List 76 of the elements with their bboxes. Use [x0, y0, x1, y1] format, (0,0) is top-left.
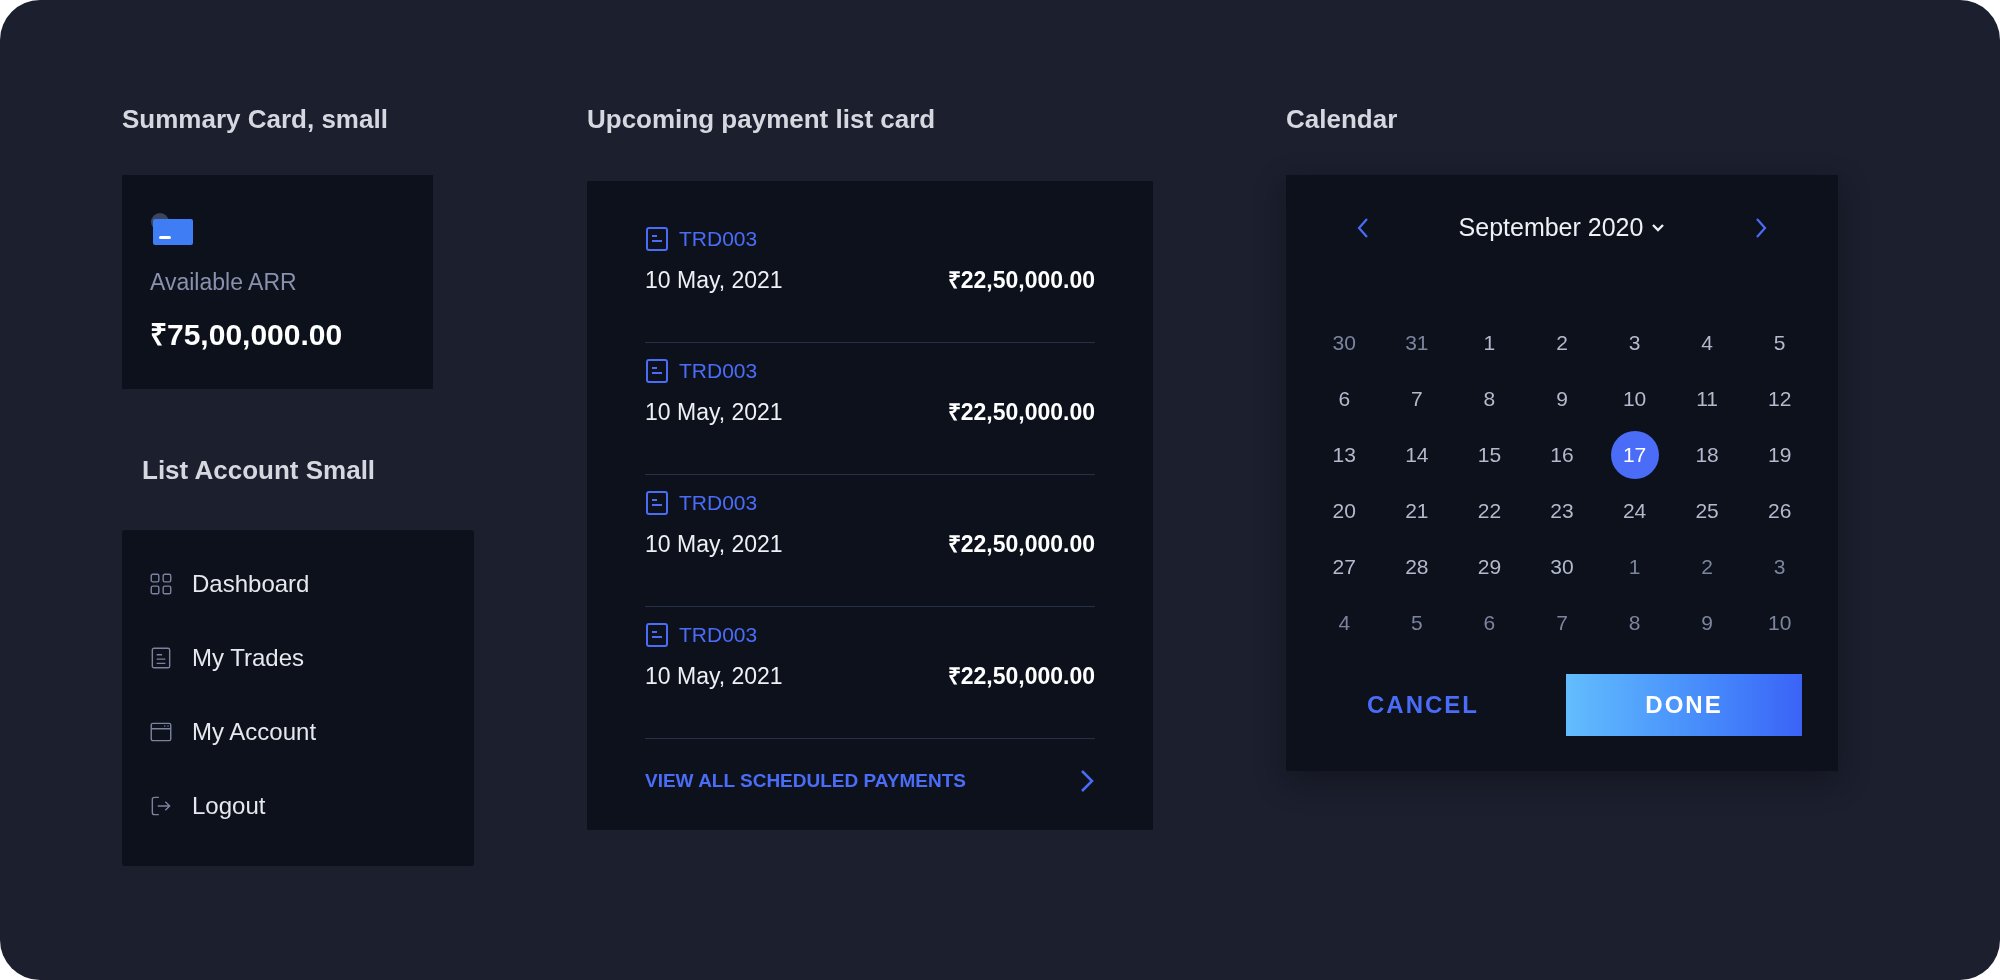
month-dropdown[interactable]: September 2020 — [1458, 209, 1666, 247]
calendar-day[interactable]: 7 — [1538, 598, 1586, 647]
payment-amount: ₹22,50,000.00 — [947, 529, 1095, 559]
section-heading: Calendar — [1286, 103, 1399, 136]
payment-amount: ₹22,50,000.00 — [947, 265, 1095, 295]
calendar-day[interactable]: 28 — [1392, 542, 1441, 591]
calendar-day[interactable]: 9 — [1683, 598, 1732, 647]
calendar-day[interactable]: 8 — [1465, 374, 1514, 423]
document-icon — [645, 489, 669, 516]
payment-date: 10 May, 2021 — [645, 661, 783, 691]
calendar-day[interactable]: 22 — [1465, 486, 1514, 535]
menu-item[interactable]: Logout — [148, 788, 474, 824]
calendar-day[interactable]: 13 — [1320, 430, 1369, 479]
calendar-day[interactable]: 9 — [1538, 374, 1586, 423]
calendar-day[interactable]: 4 — [1683, 318, 1732, 367]
calendar-day[interactable]: 1 — [1465, 318, 1514, 367]
calendar-day[interactable]: 5 — [1392, 598, 1441, 647]
trade-id[interactable]: TRD003 — [679, 223, 758, 255]
trade-id[interactable]: TRD003 — [679, 487, 758, 519]
trade-id[interactable]: TRD003 — [679, 355, 758, 387]
caret-icon — [1651, 222, 1666, 233]
calendar-day[interactable]: 20 — [1320, 486, 1369, 535]
document-icon — [645, 621, 669, 648]
section-heading: Upcoming payment list card — [587, 103, 937, 136]
document-icon — [645, 225, 669, 252]
payment-date: 10 May, 2021 — [645, 265, 783, 295]
calendar-day[interactable]: 3 — [1610, 318, 1659, 367]
menu-item[interactable]: My Account — [148, 714, 474, 750]
calendar-day[interactable]: 30 — [1538, 542, 1586, 591]
menu-item[interactable]: My Trades — [148, 640, 474, 676]
calendar-day[interactable]: 21 — [1392, 486, 1441, 535]
section-heading: Summary Card, small — [122, 103, 389, 136]
summary-value: ₹75,00,000.00 — [150, 316, 344, 353]
payment-date: 10 May, 2021 — [645, 529, 783, 559]
calendar-day[interactable]: 31 — [1392, 318, 1441, 367]
calendar-day[interactable]: 15 — [1465, 430, 1514, 479]
calendar-day[interactable]: 3 — [1755, 542, 1804, 591]
calendar-day[interactable]: 30 — [1320, 318, 1369, 367]
grid-icon — [148, 571, 174, 597]
calendar-day[interactable]: 6 — [1465, 598, 1514, 647]
calendar-day[interactable]: 12 — [1755, 374, 1804, 423]
calendar-day[interactable]: 5 — [1755, 318, 1804, 367]
calendar-day[interactable]: 26 — [1755, 486, 1804, 535]
chevron-left-icon[interactable] — [1356, 216, 1370, 239]
calendar-day[interactable]: 24 — [1610, 486, 1659, 535]
calendar-day[interactable]: 18 — [1683, 430, 1732, 479]
calendar-day[interactable]: 8 — [1610, 598, 1659, 647]
document-icon — [645, 357, 669, 384]
calendar-day[interactable]: 10 — [1610, 374, 1659, 423]
calendar-day[interactable]: 11 — [1683, 374, 1732, 423]
payment-amount: ₹22,50,000.00 — [947, 661, 1095, 691]
view-all-link[interactable]: VIEW ALL SCHEDULED PAYMENTS — [645, 767, 966, 796]
calendar-day[interactable]: 14 — [1392, 430, 1441, 479]
calendar-day[interactable]: 4 — [1320, 598, 1369, 647]
calendar-day[interactable]: 1 — [1610, 542, 1659, 591]
calendar-day[interactable]: 17 — [1610, 430, 1659, 479]
calendar-day[interactable]: 10 — [1755, 598, 1804, 647]
section-heading: List Account Small — [142, 454, 377, 487]
calendar-day[interactable]: 25 — [1683, 486, 1732, 535]
calendar-day[interactable]: 2 — [1683, 542, 1732, 591]
calendar-day[interactable]: 2 — [1538, 318, 1586, 367]
chevron-right-icon[interactable] — [1754, 216, 1768, 239]
calendar-day[interactable]: 27 — [1320, 542, 1369, 591]
calendar-day[interactable]: 29 — [1465, 542, 1514, 591]
calendar-day[interactable]: 6 — [1320, 374, 1369, 423]
calendar-day[interactable]: 16 — [1538, 430, 1586, 479]
calendar-day[interactable]: 23 — [1538, 486, 1586, 535]
payment-amount: ₹22,50,000.00 — [947, 397, 1095, 427]
card-icon — [150, 211, 194, 247]
trade-id[interactable]: TRD003 — [679, 619, 758, 651]
summary-label: Available ARR — [150, 268, 298, 297]
payment-date: 10 May, 2021 — [645, 397, 783, 427]
calendar-day[interactable]: 7 — [1392, 374, 1441, 423]
cancel-button[interactable]: CANCEL — [1308, 673, 1538, 736]
calendar-day[interactable]: 19 — [1755, 430, 1804, 479]
menu-item[interactable]: Dashboard — [148, 566, 474, 602]
